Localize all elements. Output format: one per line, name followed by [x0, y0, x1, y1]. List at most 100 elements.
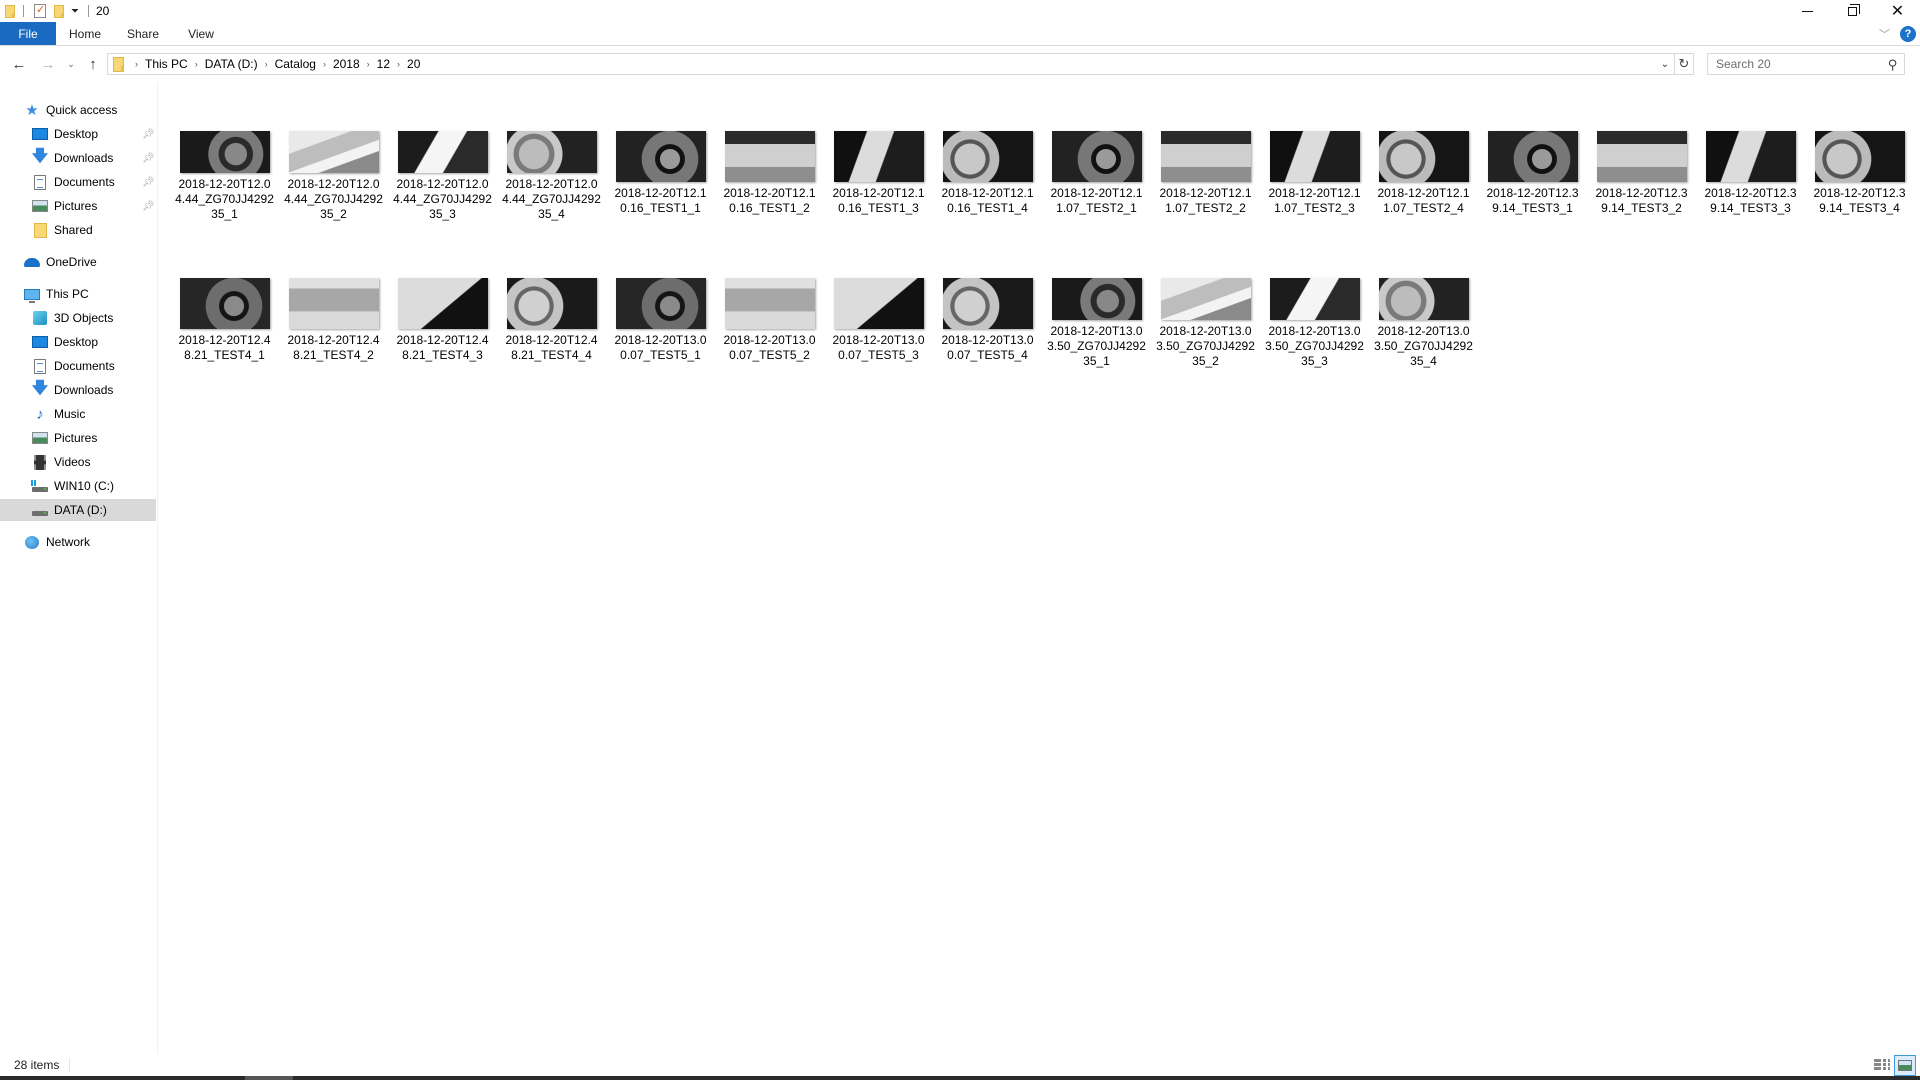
file-name[interactable]: 2018-12-20T13.00.07_TEST5_2: [720, 333, 820, 363]
chevron-right-icon[interactable]: ›: [265, 59, 268, 69]
sidebar-item-qa-downloads[interactable]: 🡇 Downloads 📌︎: [0, 147, 156, 169]
breadcrumb-catalog[interactable]: Catalog: [275, 57, 316, 71]
file-item[interactable]: 2018-12-20T12.11.07_TEST2_2: [1151, 82, 1260, 222]
file-item[interactable]: 2018-12-20T12.10.16_TEST1_1: [606, 82, 715, 222]
large-icons-view-button[interactable]: [1894, 1055, 1916, 1076]
sidebar-item-qa-documents[interactable]: Documents 📌︎: [0, 171, 156, 193]
image-thumbnail[interactable]: [942, 278, 1033, 329]
image-thumbnail[interactable]: [724, 278, 815, 329]
file-item[interactable]: 2018-12-20T13.03.50_ZG70JJ429235_2: [1151, 229, 1260, 369]
tab-file[interactable]: File: [0, 22, 56, 45]
sidebar-item-music[interactable]: ♪ Music: [0, 403, 156, 425]
recent-locations-button[interactable]: ⌄: [64, 54, 78, 74]
refresh-button[interactable]: ↻: [1675, 53, 1694, 75]
minimize-button[interactable]: [1785, 0, 1830, 22]
sidebar-item-quick-access[interactable]: ★ Quick access: [0, 99, 156, 121]
breadcrumb-data-drive[interactable]: DATA (D:): [205, 57, 258, 71]
sidebar-item-3d-objects[interactable]: 3D Objects: [0, 307, 156, 329]
sidebar-item-qa-desktop[interactable]: Desktop 📌︎: [0, 123, 156, 145]
image-thumbnail[interactable]: [1051, 278, 1142, 320]
forward-button[interactable]: →: [37, 54, 59, 74]
file-item[interactable]: 2018-12-20T13.03.50_ZG70JJ429235_4: [1369, 229, 1478, 369]
pin-icon[interactable]: 📌︎: [142, 201, 155, 212]
search-icon[interactable]: ⚲: [1888, 57, 1898, 73]
file-item[interactable]: 2018-12-20T12.39.14_TEST3_3: [1696, 82, 1805, 222]
file-name[interactable]: 2018-12-20T12.04.44_ZG70JJ429235_2: [284, 177, 384, 222]
address-history-dropdown[interactable]: ⌄: [1656, 54, 1674, 74]
restore-button[interactable]: [1830, 0, 1875, 22]
breadcrumb-this-pc[interactable]: This PC: [145, 57, 188, 71]
file-name[interactable]: 2018-12-20T12.11.07_TEST2_2: [1156, 186, 1256, 216]
pin-icon[interactable]: 📌︎: [142, 177, 155, 188]
details-view-button[interactable]: [1874, 1058, 1890, 1072]
file-item[interactable]: 2018-12-20T12.10.16_TEST1_2: [715, 82, 824, 222]
pin-icon[interactable]: 📌︎: [142, 153, 155, 164]
image-thumbnail[interactable]: [179, 278, 270, 329]
file-item[interactable]: 2018-12-20T13.00.07_TEST5_3: [824, 229, 933, 369]
image-thumbnail[interactable]: [724, 131, 815, 182]
sidebar-item-this-pc[interactable]: This PC: [0, 283, 156, 305]
image-thumbnail[interactable]: [288, 278, 379, 329]
chevron-right-icon[interactable]: ›: [195, 59, 198, 69]
sidebar-item-downloads[interactable]: 🡇 Downloads: [0, 379, 156, 401]
expand-ribbon-icon[interactable]: ﹀: [1879, 26, 1890, 42]
address-bar[interactable]: › This PC › DATA (D:) › Catalog › 2018 ›…: [107, 53, 1675, 75]
file-name[interactable]: 2018-12-20T12.11.07_TEST2_3: [1265, 186, 1365, 216]
image-thumbnail[interactable]: [506, 131, 597, 173]
file-name[interactable]: 2018-12-20T12.48.21_TEST4_2: [284, 333, 384, 363]
file-name[interactable]: 2018-12-20T12.48.21_TEST4_3: [393, 333, 493, 363]
file-item[interactable]: 2018-12-20T13.00.07_TEST5_4: [933, 229, 1042, 369]
file-item[interactable]: 2018-12-20T12.39.14_TEST3_1: [1478, 82, 1587, 222]
file-name[interactable]: 2018-12-20T12.04.44_ZG70JJ429235_3: [393, 177, 493, 222]
properties-icon[interactable]: [34, 3, 46, 18]
image-thumbnail[interactable]: [615, 278, 706, 329]
file-name[interactable]: 2018-12-20T12.10.16_TEST1_1: [611, 186, 711, 216]
image-thumbnail[interactable]: [1487, 131, 1578, 182]
image-thumbnail[interactable]: [833, 131, 924, 182]
file-item[interactable]: 2018-12-20T13.00.07_TEST5_1: [606, 229, 715, 369]
image-thumbnail[interactable]: [1814, 131, 1905, 182]
file-name[interactable]: 2018-12-20T12.10.16_TEST1_4: [938, 186, 1038, 216]
file-item[interactable]: 2018-12-20T12.48.21_TEST4_1: [170, 229, 279, 369]
image-thumbnail[interactable]: [1705, 131, 1796, 182]
image-thumbnail[interactable]: [397, 131, 488, 173]
help-icon[interactable]: ?: [1900, 25, 1916, 42]
sidebar-item-data-drive[interactable]: DATA (D:): [0, 499, 156, 521]
file-name[interactable]: 2018-12-20T13.03.50_ZG70JJ429235_3: [1265, 324, 1365, 369]
file-name[interactable]: 2018-12-20T13.00.07_TEST5_1: [611, 333, 711, 363]
file-item[interactable]: 2018-12-20T13.00.07_TEST5_2: [715, 229, 824, 369]
file-name[interactable]: 2018-12-20T12.10.16_TEST1_2: [720, 186, 820, 216]
file-name[interactable]: 2018-12-20T13.03.50_ZG70JJ429235_2: [1156, 324, 1256, 369]
file-name[interactable]: 2018-12-20T12.04.44_ZG70JJ429235_4: [502, 177, 602, 222]
sidebar-item-desktop[interactable]: Desktop: [0, 331, 156, 353]
file-name[interactable]: 2018-12-20T12.04.44_ZG70JJ429235_1: [175, 177, 275, 222]
file-name[interactable]: 2018-12-20T12.11.07_TEST2_4: [1374, 186, 1474, 216]
breadcrumb-20[interactable]: 20: [407, 57, 420, 71]
image-thumbnail[interactable]: [1160, 131, 1251, 182]
sidebar-item-pictures[interactable]: Pictures: [0, 427, 156, 449]
file-name[interactable]: 2018-12-20T12.48.21_TEST4_1: [175, 333, 275, 363]
image-thumbnail[interactable]: [942, 131, 1033, 182]
sidebar-item-win10-drive[interactable]: WIN10 (C:): [0, 475, 156, 497]
image-thumbnail[interactable]: [288, 131, 379, 173]
chevron-right-icon[interactable]: ›: [323, 59, 326, 69]
sidebar-item-qa-shared[interactable]: Shared: [0, 219, 156, 241]
file-item[interactable]: 2018-12-20T12.11.07_TEST2_3: [1260, 82, 1369, 222]
file-item[interactable]: 2018-12-20T12.04.44_ZG70JJ429235_1: [170, 82, 279, 222]
sidebar-item-documents[interactable]: Documents: [0, 355, 156, 377]
file-name[interactable]: 2018-12-20T13.00.07_TEST5_3: [829, 333, 929, 363]
image-thumbnail[interactable]: [1269, 131, 1360, 182]
tab-view[interactable]: View: [172, 22, 230, 45]
file-item[interactable]: 2018-12-20T13.03.50_ZG70JJ429235_1: [1042, 229, 1151, 369]
file-name[interactable]: 2018-12-20T12.10.16_TEST1_3: [829, 186, 929, 216]
file-item[interactable]: 2018-12-20T12.39.14_TEST3_4: [1805, 82, 1914, 222]
file-name[interactable]: 2018-12-20T13.03.50_ZG70JJ429235_4: [1374, 324, 1474, 369]
breadcrumb-12[interactable]: 12: [377, 57, 390, 71]
tab-home[interactable]: Home: [56, 22, 114, 45]
customize-toolbar-icon[interactable]: ⏷: [71, 6, 79, 17]
up-button[interactable]: ↑: [82, 54, 104, 74]
file-name[interactable]: 2018-12-20T13.00.07_TEST5_4: [938, 333, 1038, 363]
back-button[interactable]: ←: [8, 54, 30, 74]
file-item[interactable]: 2018-12-20T13.03.50_ZG70JJ429235_3: [1260, 229, 1369, 369]
search-input[interactable]: [1716, 57, 1876, 71]
